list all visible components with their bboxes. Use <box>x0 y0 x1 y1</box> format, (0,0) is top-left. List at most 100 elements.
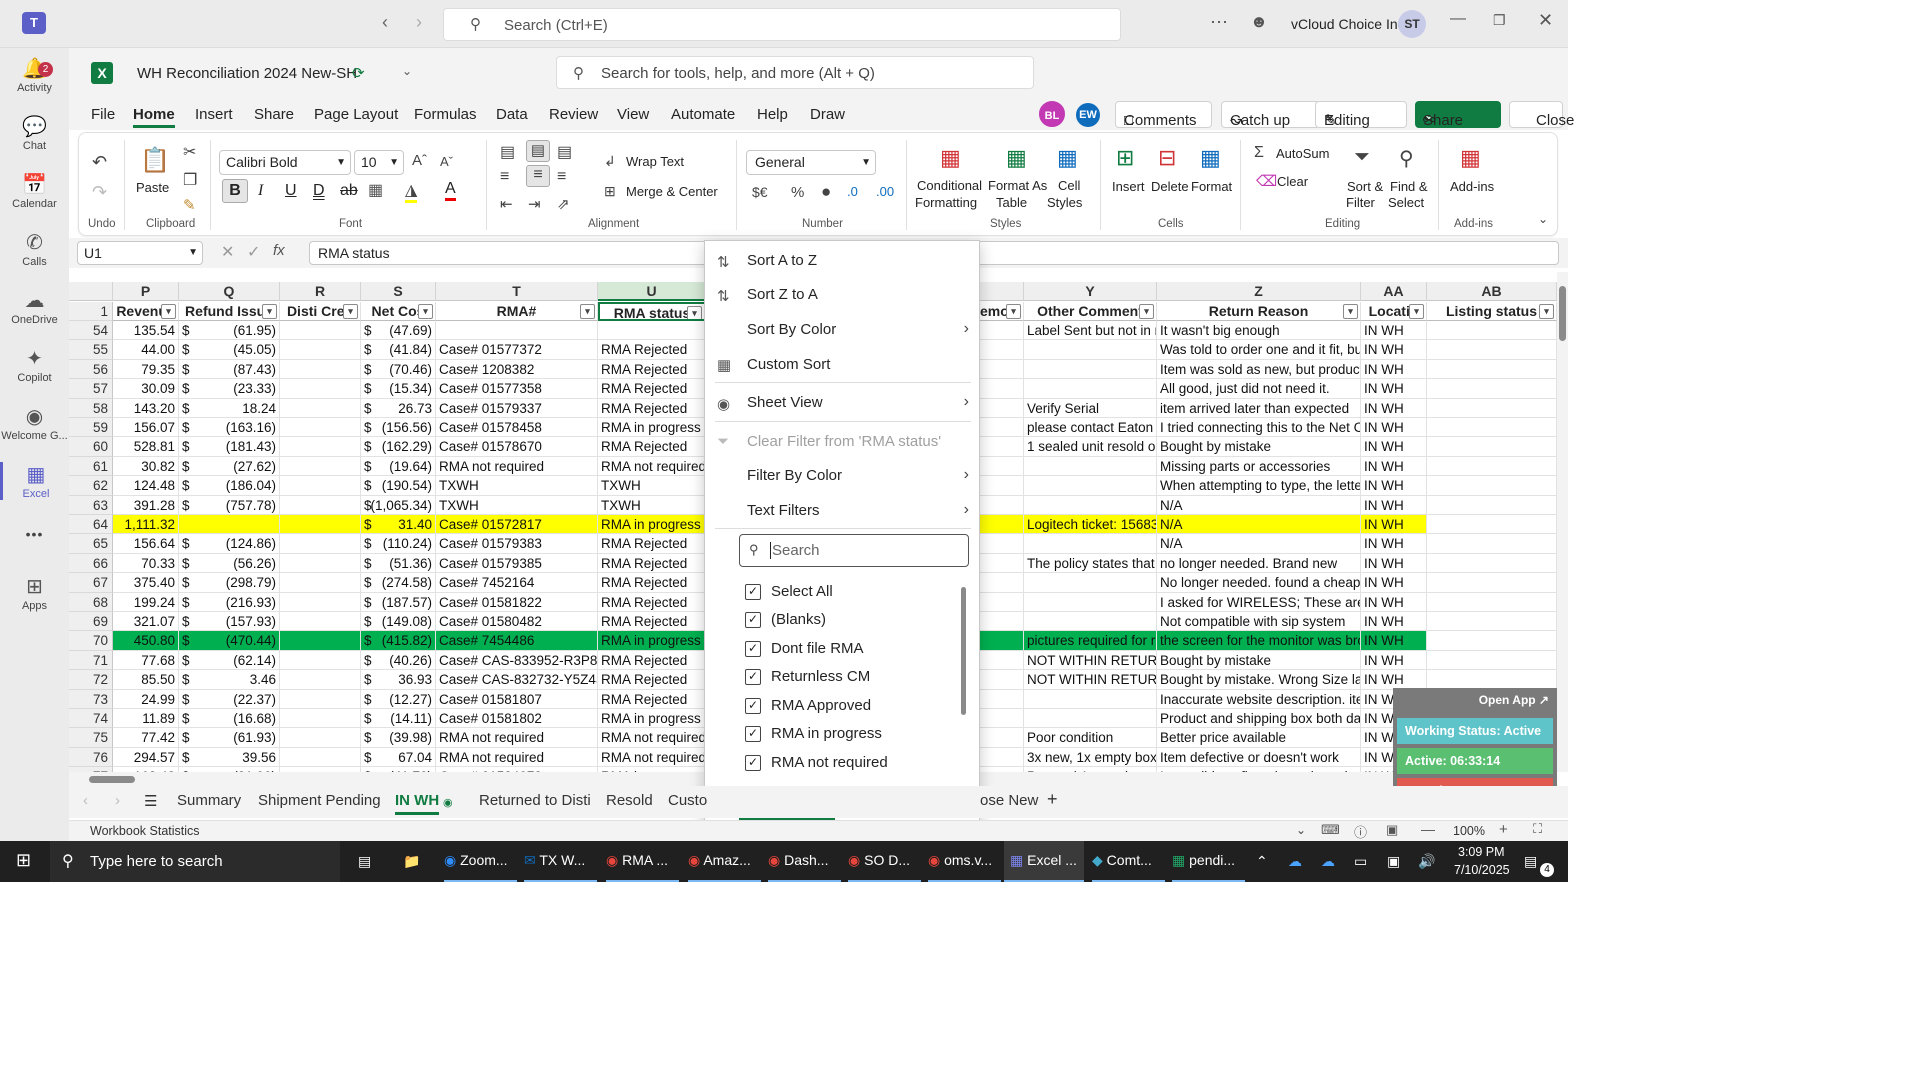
cell-x[interactable] <box>980 340 1024 360</box>
cell-p[interactable]: 199.24 <box>113 592 179 612</box>
returnless-cm-checkbox[interactable]: ✓ <box>745 669 761 685</box>
cell-y[interactable] <box>1024 456 1157 477</box>
cell-t[interactable]: Case# 01578670 <box>436 437 598 457</box>
cell-ab[interactable] <box>1427 553 1557 574</box>
cell-ab[interactable] <box>1427 398 1557 418</box>
row-header[interactable]: 58 <box>69 398 113 418</box>
column-header-s[interactable]: S <box>361 282 436 301</box>
cell-z[interactable]: Was told to order one and it fit, but t <box>1157 340 1361 360</box>
column-header-p[interactable]: P <box>113 282 179 301</box>
cell-t[interactable]: Case# 01578458 <box>436 418 598 438</box>
cell-x[interactable] <box>980 709 1024 729</box>
cell-ab[interactable] <box>1427 612 1557 632</box>
vertical-scroll-thumb[interactable] <box>1559 286 1566 341</box>
cell-z[interactable]: It wasn't big enough <box>1157 321 1361 341</box>
onedrive-icon[interactable]: ☁ <box>1288 853 1302 870</box>
rail-chat[interactable]: 💬 Chat <box>0 114 69 152</box>
taskbar-app-outlook[interactable]: ✉ TX W... <box>524 841 597 882</box>
cell-z[interactable]: I asked for WIRELESS; These are WIR <box>1157 592 1361 612</box>
row-header[interactable]: 67 <box>69 573 113 593</box>
cell-x[interactable] <box>980 612 1024 632</box>
cell-q[interactable]: $ (87.43) <box>179 359 280 380</box>
cell-u[interactable]: RMA Rejected <box>598 437 706 457</box>
underline-icon[interactable]: U <box>285 182 297 200</box>
cell-u[interactable]: RMA Rejected <box>598 359 706 380</box>
format-as-table-button[interactable]: Format As <box>988 178 1047 193</box>
cell-r[interactable] <box>280 398 361 418</box>
sheet-view-item[interactable]: Sheet View <box>747 394 823 411</box>
row-header[interactable]: 66 <box>69 553 113 574</box>
align-bottom-icon[interactable]: ▤ <box>557 142 572 162</box>
row-header[interactable]: 55 <box>69 340 113 360</box>
cell-u[interactable]: RMA Rejected <box>598 689 706 709</box>
cell-p[interactable]: 30.82 <box>113 456 179 477</box>
cell-ab[interactable] <box>1427 670 1557 690</box>
sort-filter-icon[interactable]: ⏷ <box>1354 146 1370 169</box>
cell-q[interactable]: $ (298.79) <box>179 573 280 593</box>
cell-r[interactable] <box>280 650 361 671</box>
cell-t[interactable]: Case# 01581807 <box>436 689 598 709</box>
row-header[interactable]: 74 <box>69 709 113 729</box>
cell-r[interactable] <box>280 573 361 593</box>
row-header[interactable]: 68 <box>69 592 113 612</box>
currency-icon[interactable]: $€ <box>752 184 768 200</box>
windows-start-icon[interactable]: ⊞ <box>16 850 31 871</box>
cell-aa[interactable]: IN WH <box>1361 476 1427 496</box>
cell-y[interactable] <box>1024 689 1157 709</box>
cell-ab[interactable] <box>1427 650 1557 671</box>
column-header-aa[interactable]: AA <box>1361 282 1427 301</box>
cell-y[interactable]: Poor condition <box>1024 728 1157 748</box>
enter-icon[interactable]: ✓ <box>247 242 260 262</box>
cell-t[interactable]: Case# 01577358 <box>436 379 598 399</box>
double-underline-icon[interactable]: D <box>313 182 325 200</box>
cell-t[interactable]: Case# CAS-832732-Y5Z4S2-1 <box>436 670 598 690</box>
cell-u[interactable]: RMA in progress <box>598 631 706 651</box>
cell-x[interactable] <box>980 456 1024 477</box>
zoom-out-icon[interactable]: — <box>1421 821 1435 837</box>
cell-r[interactable] <box>280 747 361 768</box>
cell-y[interactable] <box>1024 612 1157 632</box>
cell-y[interactable] <box>1024 534 1157 554</box>
cell-p[interactable]: 77.42 <box>113 728 179 748</box>
sheet-tab-resold[interactable]: Resold <box>606 792 653 809</box>
cell-p[interactable]: 30.09 <box>113 379 179 399</box>
cell-s[interactable]: $ (15.34) <box>361 379 436 399</box>
cell-x[interactable] <box>980 321 1024 341</box>
row-header[interactable]: 60 <box>69 437 113 457</box>
cell-r[interactable] <box>280 456 361 477</box>
ribbon-collapse-icon[interactable]: ⌄ <box>1538 212 1548 226</box>
cell-y[interactable] <box>1024 709 1157 729</box>
cell-q[interactable]: $ (45.05) <box>179 340 280 360</box>
cell-y[interactable]: pictures required for rm <box>1024 631 1157 651</box>
cell-x[interactable] <box>980 437 1024 457</box>
cell-p[interactable]: 156.64 <box>113 534 179 554</box>
cell-aa[interactable]: IN WH <box>1361 456 1427 477</box>
column-header-q[interactable]: Q <box>179 282 280 301</box>
cell-u[interactable]: TXWH <box>598 476 706 496</box>
cell-t[interactable]: Case# CAS-833952-R3P8K6-1 <box>436 650 598 671</box>
cell-y[interactable] <box>1024 495 1157 515</box>
shrink-font-icon[interactable]: Aˇ <box>440 154 453 169</box>
cell-ab[interactable] <box>1427 340 1557 360</box>
prev-sheet-icon[interactable]: ‹ <box>83 792 88 809</box>
taskbar-app-comtrade[interactable]: ◆ Comt... <box>1092 841 1165 882</box>
cell-x[interactable] <box>980 534 1024 554</box>
volume-icon[interactable]: 🔊 <box>1418 853 1435 870</box>
row-header[interactable]: 61 <box>69 456 113 477</box>
cell-t[interactable]: TXWH <box>436 495 598 515</box>
taskbar-app-chrome-amazon[interactable]: ◉ Amaz... <box>688 841 761 882</box>
cell-q[interactable]: $ (61.93) <box>179 728 280 748</box>
people-icon[interactable]: ☻ <box>1250 12 1268 32</box>
row-header[interactable]: 54 <box>69 321 113 341</box>
row-header[interactable]: 63 <box>69 495 113 515</box>
clock-date[interactable]: 7/10/2025 <box>1454 863 1510 877</box>
dont-file-rma-checkbox[interactable]: ✓ <box>745 641 761 657</box>
editing-mode-button[interactable]: ✎ Editing ⌄ <box>1315 101 1407 129</box>
cell-r[interactable] <box>280 670 361 690</box>
cell-p[interactable]: 528.81 <box>113 437 179 457</box>
cell-ab[interactable] <box>1427 456 1557 477</box>
cell-s[interactable]: $ (187.57) <box>361 592 436 612</box>
filter-dropdown-icon[interactable]: ▾ <box>687 306 702 319</box>
cell-z[interactable]: no longer needed. Brand new <box>1157 553 1361 574</box>
merge-icon[interactable]: ⊞ <box>604 183 616 200</box>
